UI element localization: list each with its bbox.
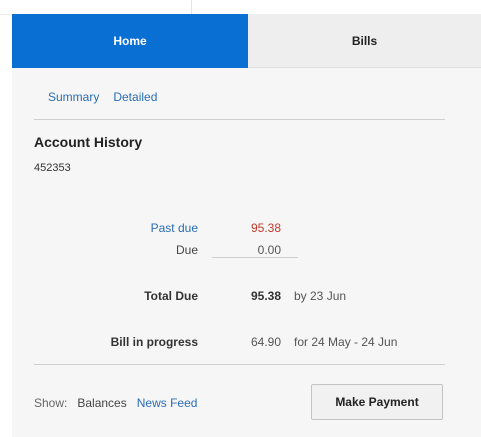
balances-option[interactable]: Balances <box>77 396 126 410</box>
bill-in-progress-label: Bill in progress <box>110 335 198 349</box>
past-due-link[interactable]: Past due <box>8 221 198 235</box>
view-switcher: Summary Detailed <box>48 90 157 104</box>
bill-in-progress-period: for 24 May - 24 Jun <box>294 335 398 349</box>
tab-home[interactable]: Home <box>12 14 248 68</box>
show-filter: Show: Balances News Feed <box>34 396 197 410</box>
due-label: Due <box>175 243 198 257</box>
total-due-date: by 23 Jun <box>294 289 347 303</box>
make-payment-button[interactable]: Make Payment <box>311 384 443 420</box>
total-due-label: Total Due <box>144 289 198 303</box>
tab-bar: Home Bills <box>12 14 481 68</box>
account-number: 452353 <box>34 162 71 174</box>
top-strip <box>0 0 481 15</box>
top-strip-divider <box>191 0 192 14</box>
total-due-value: 95.38 <box>250 289 281 303</box>
detailed-link[interactable]: Detailed <box>113 90 157 104</box>
tab-home-label: Home <box>113 34 147 48</box>
account-history-title: Account History <box>34 134 143 150</box>
show-label: Show: <box>34 396 68 410</box>
total-rule <box>212 257 298 258</box>
past-due-value: 95.38 <box>250 221 281 235</box>
app-window: Home Bills Summary Detailed Account Hist… <box>0 0 481 437</box>
bill-in-progress-value: 64.90 <box>250 335 281 349</box>
summary-link[interactable]: Summary <box>48 90 99 104</box>
due-value: 0.00 <box>257 243 281 257</box>
section-divider-top <box>34 119 445 120</box>
section-divider-bottom <box>34 364 445 365</box>
news-feed-link[interactable]: News Feed <box>137 396 198 410</box>
tab-bills[interactable]: Bills <box>248 14 481 68</box>
tab-bills-label: Bills <box>351 33 378 48</box>
